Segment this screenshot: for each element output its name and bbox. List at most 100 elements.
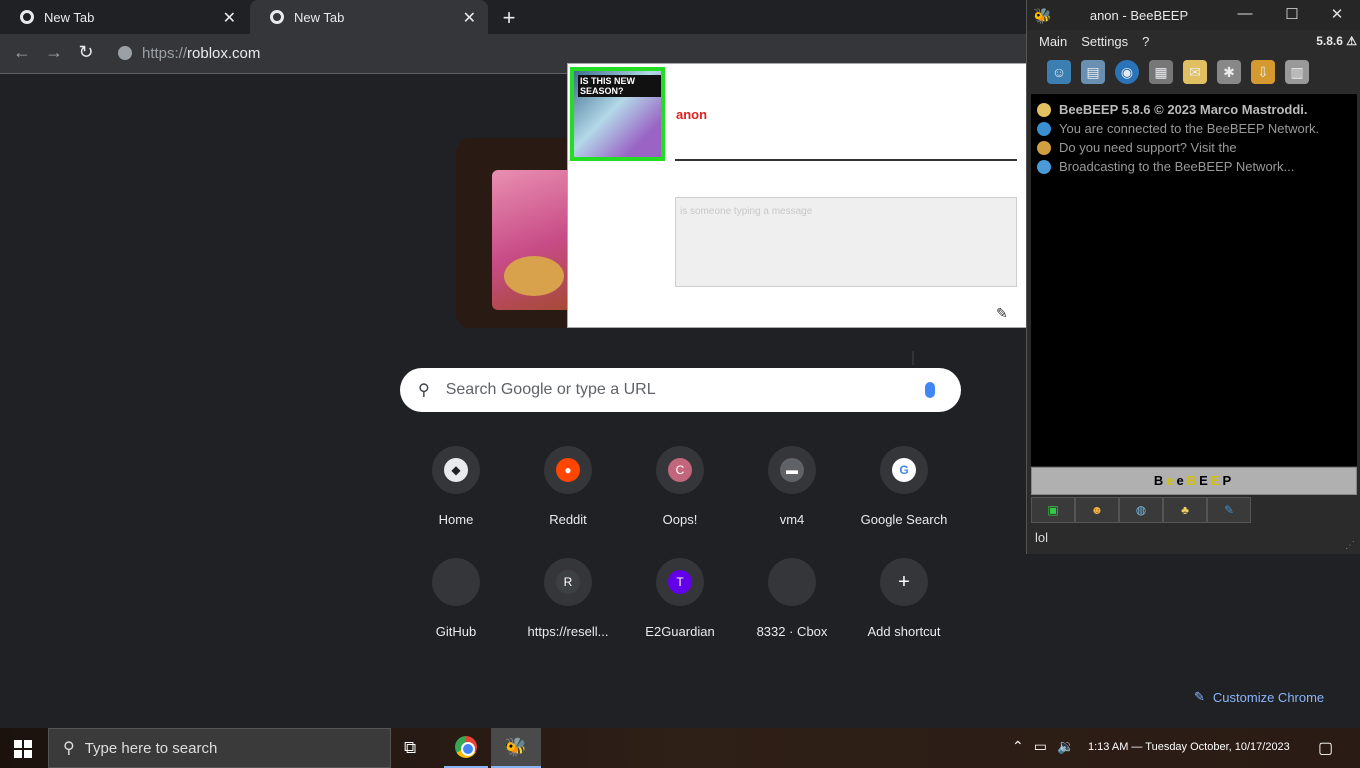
settings-icon[interactable]: ✎ bbox=[996, 305, 1008, 322]
shortcut-label: GitHub bbox=[435, 624, 477, 639]
search-icon: ⚲ bbox=[63, 740, 75, 757]
shortcut-tile[interactable]: G Google Search bbox=[848, 446, 960, 527]
shortcut-icon: T bbox=[656, 558, 704, 606]
avatar-caption: IS THIS NEW SEASON? bbox=[578, 75, 661, 97]
network-icon[interactable]: ◉ bbox=[1115, 60, 1139, 84]
log-line: You are connected to the BeeBEEP Network… bbox=[1037, 119, 1351, 138]
shortcut-tile[interactable]: GitHub bbox=[400, 558, 512, 639]
tab-new-tab-2[interactable]: New Tab ✕ bbox=[250, 0, 488, 34]
log-line: Broadcasting to the BeeBEEP Network... bbox=[1037, 157, 1351, 176]
tab-title: New Tab bbox=[294, 9, 345, 25]
beebeep-menubar: Main Settings ? 5.8.6 ⚠ bbox=[1027, 30, 1360, 52]
shortcut-icon: ▬ bbox=[768, 446, 816, 494]
shortcut-tile[interactable]: ◆ Home bbox=[400, 446, 512, 527]
minimize-icon[interactable]: — bbox=[1235, 5, 1255, 22]
chat-view-icon[interactable]: ▣ bbox=[1031, 497, 1075, 523]
resize-grip-icon[interactable]: ⋰ bbox=[1345, 540, 1355, 551]
shortcut-favicon-icon: R bbox=[556, 570, 580, 594]
maximize-icon[interactable]: ☐ bbox=[1282, 5, 1302, 23]
folder-icon[interactable]: ▦ bbox=[1149, 60, 1173, 84]
log-line-icon bbox=[1037, 159, 1051, 174]
shortcut-label: Home bbox=[438, 512, 474, 527]
taskbar-beebeep-button[interactable]: 🐝 bbox=[491, 728, 541, 768]
menu-help[interactable]: ? bbox=[1142, 34, 1149, 49]
shortcut-tile[interactable]: + Add shortcut bbox=[848, 558, 960, 639]
shortcut-label: https://resell... bbox=[527, 624, 609, 639]
download-icon[interactable]: ⇩ bbox=[1251, 60, 1275, 84]
shortcut-tile[interactable]: ● Reddit bbox=[512, 446, 624, 527]
notifications-icon[interactable]: ▢ bbox=[1318, 738, 1333, 758]
reload-icon[interactable]: ↻ bbox=[74, 42, 98, 63]
forward-arrow-icon[interactable]: → bbox=[42, 42, 66, 63]
close-icon[interactable]: ✕ bbox=[1327, 5, 1347, 23]
avatar: IS THIS NEW SEASON? bbox=[570, 67, 665, 161]
shortcut-tile[interactable]: C Oops! bbox=[624, 446, 736, 527]
shortcut-label: E2Guardian bbox=[645, 624, 715, 639]
popup-message-area[interactable]: is someone typing a message bbox=[675, 197, 1017, 365]
profile-icon[interactable]: ▤ bbox=[1081, 60, 1105, 84]
bee-logo-icon: 🐝 bbox=[504, 736, 528, 757]
shares-view-icon[interactable]: ♣ bbox=[1163, 497, 1207, 523]
search-icon: ⚲ bbox=[418, 382, 430, 399]
volume-icon[interactable]: 🔉 bbox=[1057, 738, 1074, 755]
system-tray: ⌃ ▭ 🔉 bbox=[1012, 738, 1074, 755]
new-tab-button[interactable]: + bbox=[498, 5, 520, 31]
log-line-text: Broadcasting to the BeeBEEP Network... bbox=[1059, 159, 1295, 174]
taskbar-search[interactable]: ⚲ Type here to search bbox=[48, 728, 391, 768]
tab-strip: New Tab ✕ New Tab ✕ + bbox=[0, 0, 1026, 34]
customize-chrome-label: Customize Chrome bbox=[1212, 689, 1325, 705]
shortcut-favicon-icon: ◆ bbox=[444, 458, 468, 482]
shortcut-favicon-icon: C bbox=[668, 458, 692, 482]
google-search-box[interactable]: ⚲ Search Google or type a URL bbox=[400, 368, 961, 412]
beebeep-titlebar: 🐝 anon - BeeBEEP — ☐ ✕ bbox=[1027, 0, 1360, 30]
log-line: BeeBEEP 5.8.6 © 2023 Marco Mastroddi. bbox=[1037, 100, 1351, 119]
tab-title: New Tab bbox=[44, 9, 95, 25]
tab-new-tab-1[interactable]: New Tab ✕ bbox=[0, 0, 248, 34]
log-view-icon[interactable]: ✎ bbox=[1207, 497, 1251, 523]
shortcut-label: Oops! bbox=[662, 512, 698, 527]
shortcut-tile[interactable]: 8332 · Cbox bbox=[736, 558, 848, 639]
guitar-icon bbox=[504, 256, 564, 296]
close-icon[interactable]: ✕ bbox=[223, 8, 236, 28]
shortcuts-row: ◆ Home ● Reddit C Oops! ▬ vm4 G Google Search bbox=[400, 446, 960, 527]
shortcut-tile[interactable]: T E2Guardian bbox=[624, 558, 736, 639]
taskbar: ⚲ Type here to search ⧉ 🐝 ⌃ ▭ 🔉 1:13 AM … bbox=[0, 728, 1360, 768]
shortcut-icon bbox=[432, 558, 480, 606]
shortcut-icon: + bbox=[880, 558, 928, 606]
taskbar-chrome-button[interactable] bbox=[444, 728, 488, 768]
beebeep-window: 🐝 anon - BeeBEEP — ☐ ✕ Main Settings ? 5… bbox=[1026, 0, 1360, 554]
site-info-icon[interactable] bbox=[118, 46, 132, 60]
shortcut-favicon-icon: ▬ bbox=[780, 458, 804, 482]
shortcut-tile[interactable]: Rhttps://resell... bbox=[512, 558, 624, 639]
trash-icon[interactable]: ▥ bbox=[1285, 60, 1309, 84]
groups-view-icon[interactable]: ◍ bbox=[1119, 497, 1163, 523]
shortcut-icon: ◆ bbox=[432, 446, 480, 494]
back-arrow-icon[interactable]: ← bbox=[10, 42, 34, 63]
status-icon[interactable]: ☺ bbox=[1047, 60, 1071, 84]
task-view-icon[interactable]: ⧉ bbox=[404, 738, 416, 758]
users-view-icon[interactable]: ☻ bbox=[1075, 497, 1119, 523]
microphone-icon[interactable] bbox=[925, 382, 935, 398]
log-line-text: Do you need support? Visit the bbox=[1059, 140, 1237, 155]
shortcut-favicon-icon: ● bbox=[556, 458, 580, 482]
shortcut-label: Add shortcut bbox=[867, 624, 941, 639]
log-line-icon bbox=[1037, 102, 1051, 117]
menu-settings[interactable]: Settings bbox=[1081, 34, 1128, 49]
customize-chrome-button[interactable]: ✎ Customize Chrome bbox=[1180, 682, 1339, 712]
edit-icon[interactable]: ✉ bbox=[1183, 60, 1207, 84]
message-input[interactable]: lol bbox=[1035, 530, 1048, 545]
taskbar-search-placeholder: Type here to search bbox=[84, 739, 218, 757]
shortcut-tile[interactable]: ▬ vm4 bbox=[736, 446, 848, 527]
shortcut-favicon-icon: T bbox=[668, 570, 692, 594]
menu-main[interactable]: Main bbox=[1039, 34, 1067, 49]
divider bbox=[675, 159, 1017, 161]
network-icon[interactable]: ▭ bbox=[1034, 738, 1047, 755]
clock[interactable]: 1:13 AM — Tuesday October, 10/17/2023 bbox=[1088, 741, 1290, 753]
plugins-icon[interactable]: ✱ bbox=[1217, 60, 1241, 84]
shortcuts-row: GitHub Rhttps://resell... T E2Guardian 8332 … bbox=[400, 558, 960, 639]
chrome-favicon-icon bbox=[270, 10, 284, 24]
chevron-up-icon[interactable]: ⌃ bbox=[1012, 738, 1024, 755]
close-icon[interactable]: ✕ bbox=[463, 8, 476, 28]
windows-start-icon[interactable] bbox=[14, 740, 32, 758]
popup-hint-text: is someone typing a message bbox=[680, 206, 813, 217]
